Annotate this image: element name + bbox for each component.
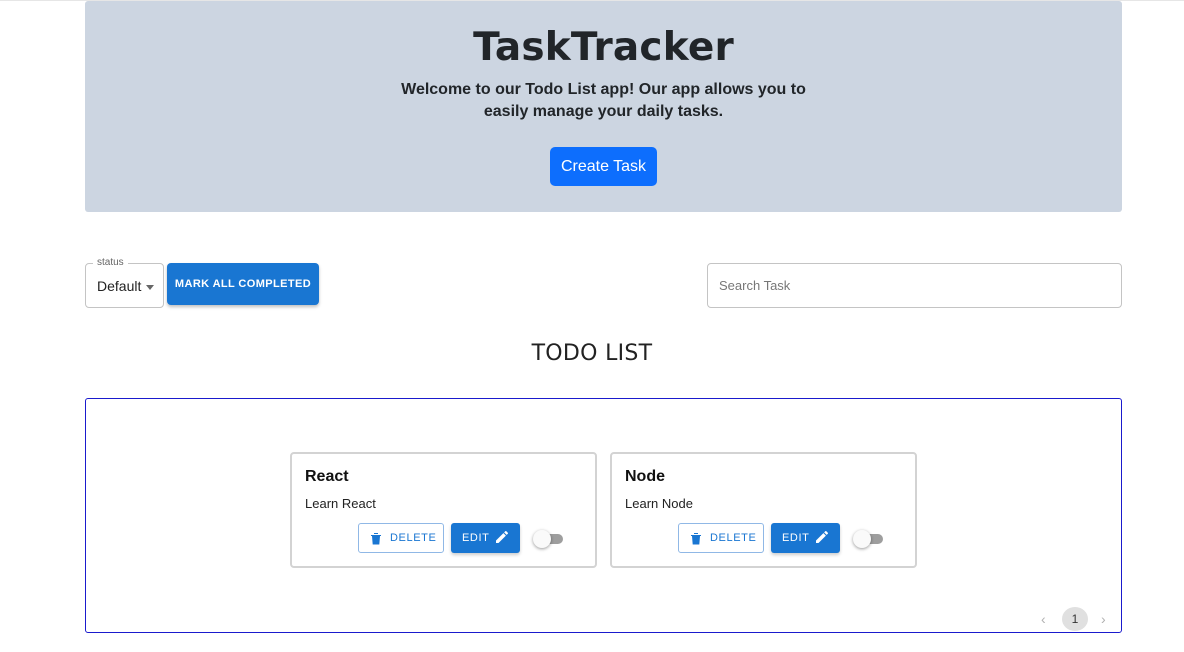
pencil-icon xyxy=(495,530,509,547)
chevron-right-icon[interactable]: › xyxy=(1101,611,1106,627)
todo-list-container: React Learn React DELETE EDIT Node Learn… xyxy=(85,398,1122,633)
status-select[interactable]: status Default xyxy=(85,257,164,308)
pencil-icon xyxy=(815,530,829,547)
caret-down-icon xyxy=(146,285,154,290)
task-title: Node xyxy=(625,468,665,485)
todo-list-heading: TODO LIST xyxy=(531,341,653,366)
edit-task-button[interactable]: EDIT xyxy=(771,523,840,553)
create-task-button[interactable]: Create Task xyxy=(550,147,657,186)
hero-lead-text: Welcome to our Todo List app! Our app al… xyxy=(401,81,806,120)
toggle-thumb xyxy=(533,530,551,548)
complete-toggle[interactable] xyxy=(853,530,887,548)
edit-task-button[interactable]: EDIT xyxy=(451,523,520,553)
delete-label: DELETE xyxy=(710,532,757,544)
mark-all-completed-button[interactable]: MARK ALL COMPLETED xyxy=(167,263,319,305)
pagination: ‹ 1 › xyxy=(1037,607,1117,631)
trash-icon xyxy=(370,532,382,548)
search-task-input[interactable] xyxy=(707,263,1122,308)
edit-label: EDIT xyxy=(782,532,810,544)
page-button-current[interactable]: 1 xyxy=(1062,607,1088,631)
chevron-left-icon[interactable]: ‹ xyxy=(1041,611,1046,627)
status-select-label: status xyxy=(93,257,128,269)
status-select-value: Default xyxy=(97,278,142,294)
task-card: React Learn React DELETE EDIT xyxy=(290,452,597,568)
app-title: TaskTracker xyxy=(473,25,734,70)
task-description: Learn React xyxy=(305,496,376,511)
task-card: Node Learn Node DELETE EDIT xyxy=(610,452,917,568)
edit-label: EDIT xyxy=(462,532,490,544)
delete-task-button[interactable]: DELETE xyxy=(678,523,764,553)
task-description: Learn Node xyxy=(625,496,693,511)
delete-label: DELETE xyxy=(390,532,437,544)
trash-icon xyxy=(690,532,702,548)
delete-task-button[interactable]: DELETE xyxy=(358,523,444,553)
complete-toggle[interactable] xyxy=(533,530,567,548)
hero-banner: TaskTracker Welcome to our Todo List app… xyxy=(85,1,1122,212)
task-title: React xyxy=(305,468,349,485)
toggle-thumb xyxy=(853,530,871,548)
